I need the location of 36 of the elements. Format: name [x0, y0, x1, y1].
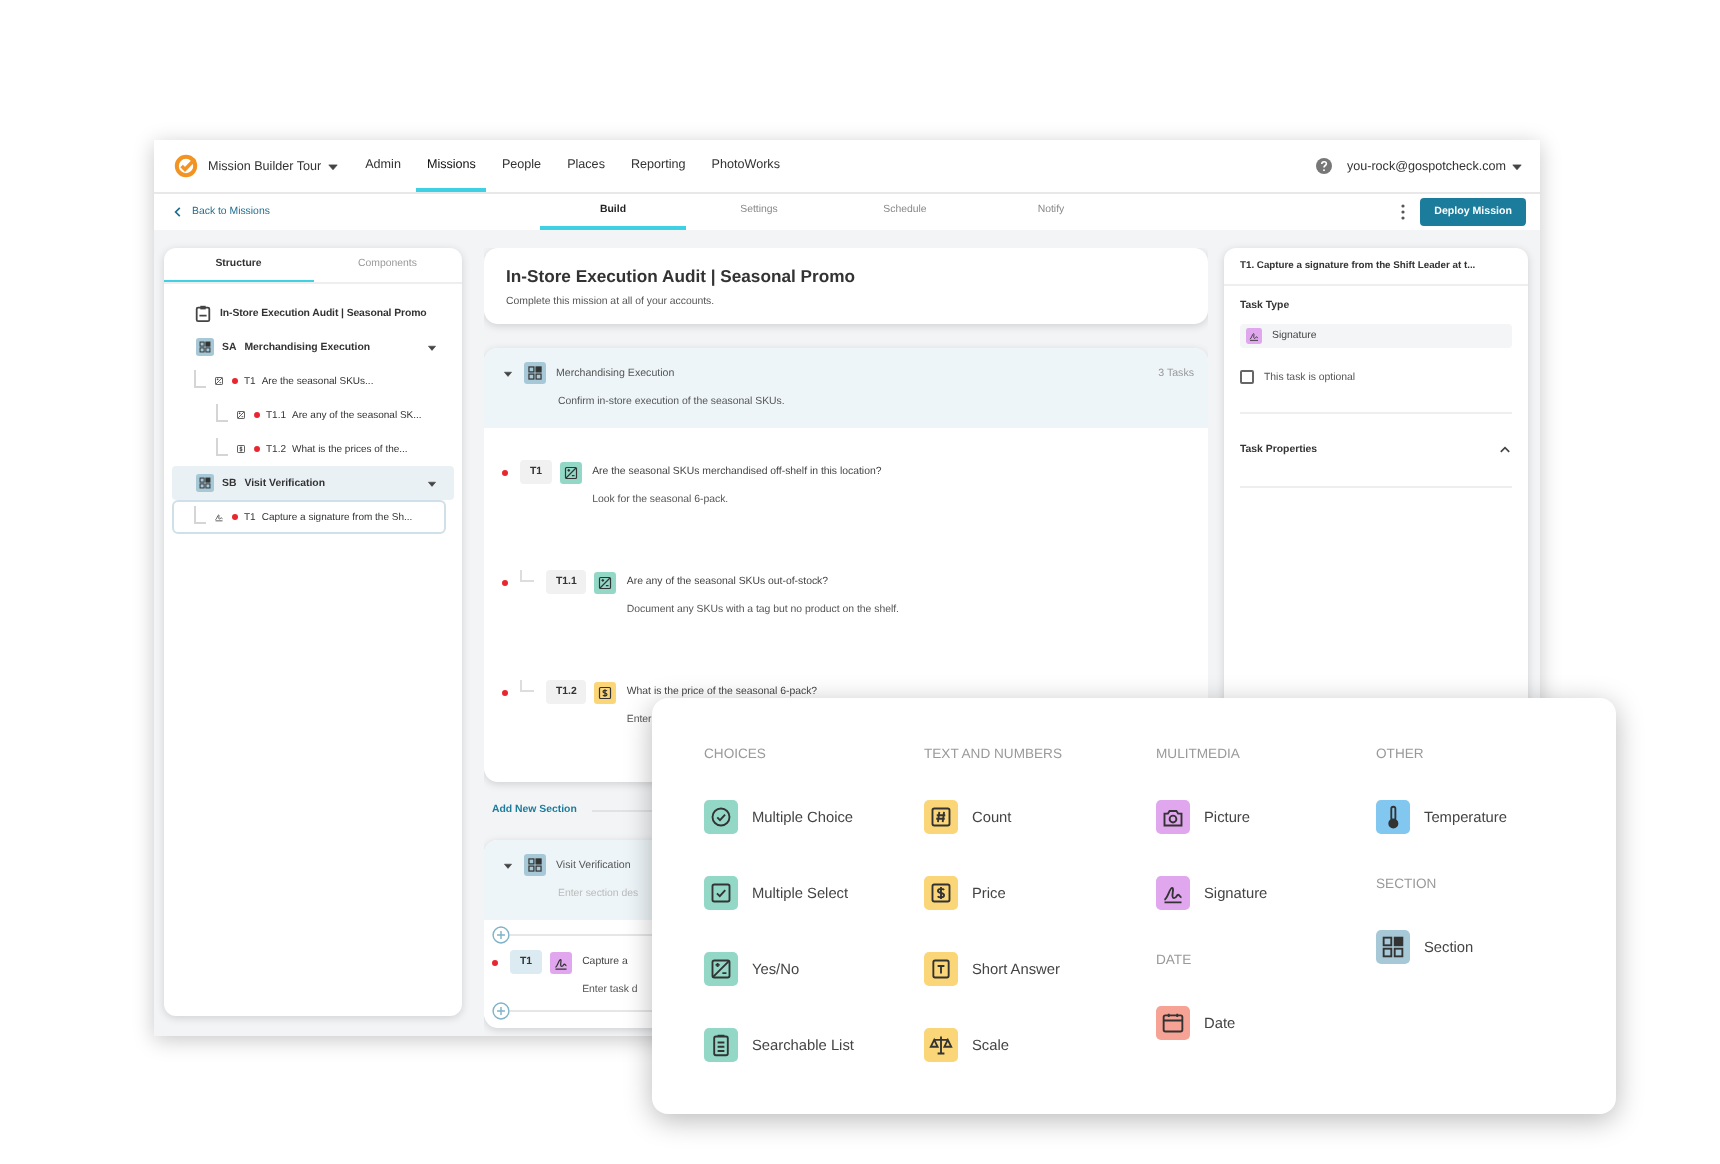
- clipboard-icon: [194, 304, 212, 322]
- camera-icon: [1156, 800, 1190, 834]
- clipboard-list-icon: [704, 1028, 738, 1062]
- signature-icon: [1156, 876, 1190, 910]
- signature-icon: [212, 510, 226, 524]
- grid-icon: [196, 338, 214, 356]
- thermometer-icon: [1376, 800, 1410, 834]
- grid-icon: [524, 362, 546, 384]
- grid-icon: [196, 474, 214, 492]
- calendar-icon: [1156, 1006, 1190, 1040]
- grid-icon: [524, 854, 546, 876]
- slashed-square-icon: [704, 952, 738, 986]
- checkbox[interactable]: [1240, 370, 1254, 384]
- signature-icon: [550, 952, 573, 974]
- dollar-icon: [924, 876, 958, 910]
- mission-title: In-Store Execution Audit | Seasonal Promo: [506, 266, 857, 286]
- add-icon[interactable]: [492, 1002, 510, 1020]
- slashed-square-icon: [594, 572, 617, 594]
- help-icon[interactable]: [1316, 158, 1333, 174]
- kebab-menu-icon[interactable]: [1400, 204, 1407, 220]
- caret-icon: [325, 159, 340, 173]
- slashed-square-icon: [234, 408, 248, 422]
- hash-icon: [924, 800, 958, 834]
- logo-icon: [174, 154, 198, 178]
- checkbox-icon: [704, 876, 738, 910]
- chevron-left-icon: [172, 206, 184, 218]
- dollar-icon: [234, 442, 248, 456]
- slashed-square-icon: [560, 462, 583, 484]
- grid-icon: [1376, 930, 1410, 964]
- add-icon[interactable]: [492, 926, 510, 944]
- slashed-square-icon: [212, 374, 226, 388]
- signature-icon: [1246, 328, 1262, 344]
- balance-scale-icon: [924, 1028, 958, 1062]
- dollar-icon: [594, 682, 617, 704]
- caret-icon: [1510, 159, 1524, 173]
- text-box-icon: [924, 952, 958, 986]
